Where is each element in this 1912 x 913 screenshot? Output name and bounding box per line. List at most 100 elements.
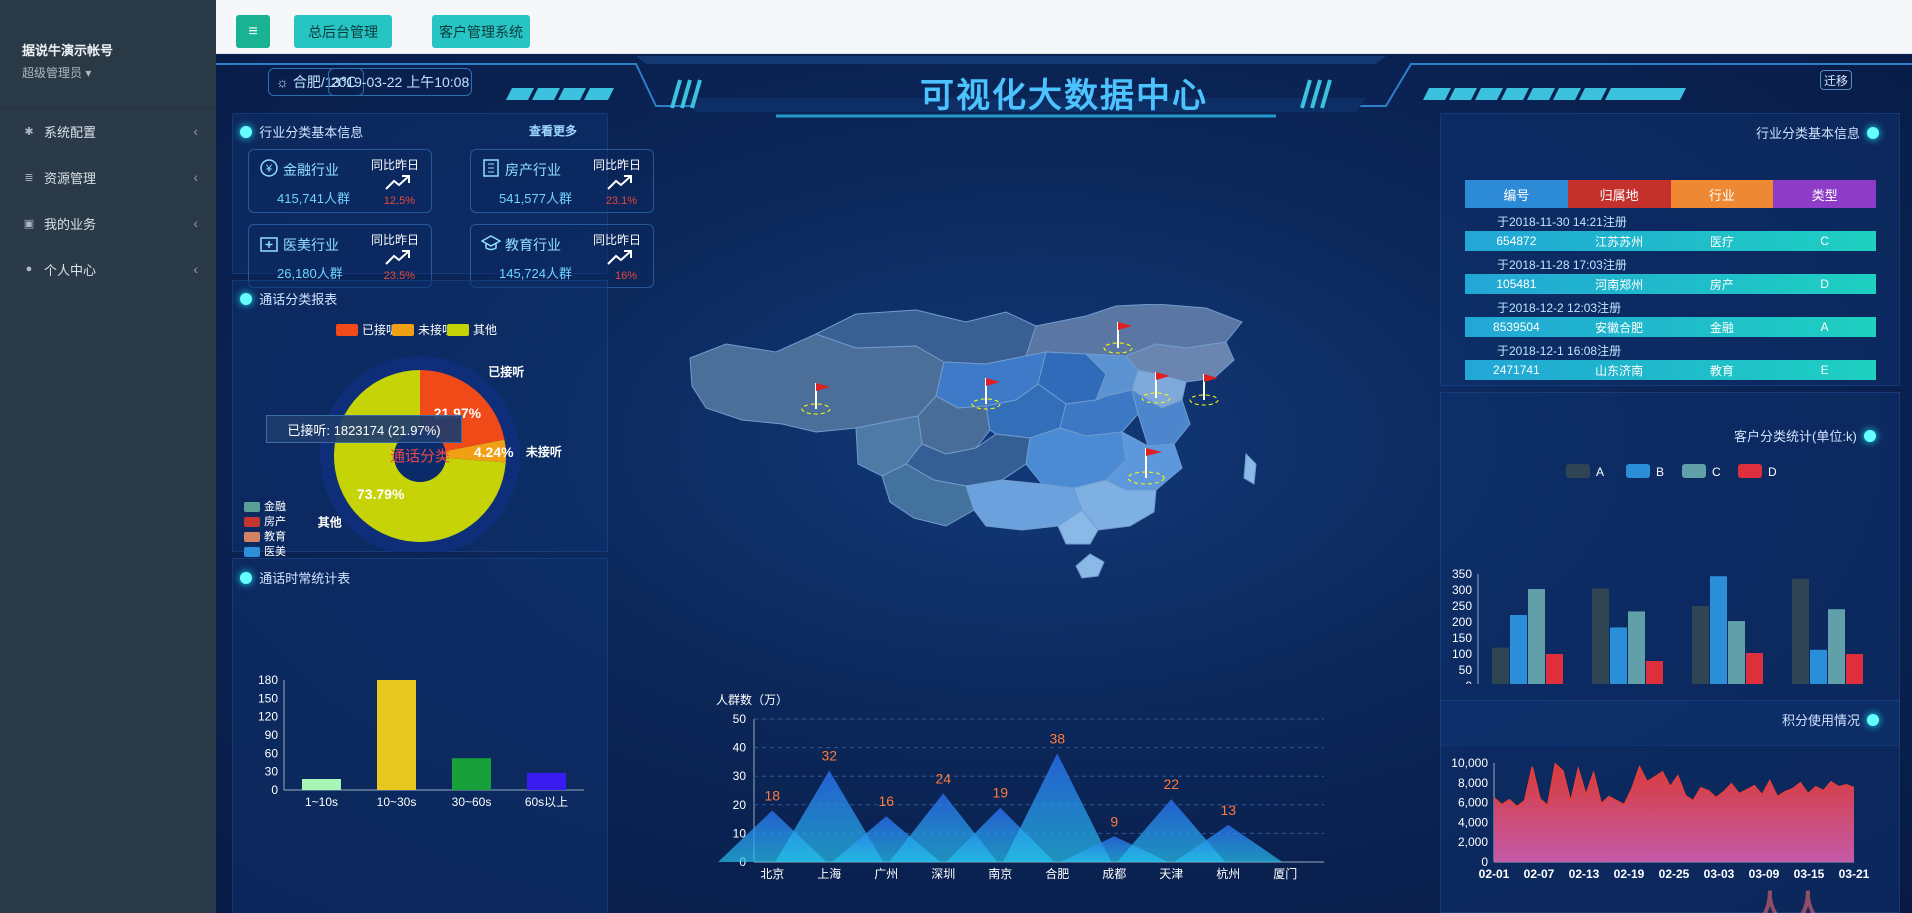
legend-label: A: [1596, 465, 1604, 479]
registration-date: 于2018-12-1 16:08注册: [1497, 344, 1622, 358]
sidebar-item-profile[interactable]: ● 个人中心 ‹: [0, 246, 216, 292]
table-cell: D: [1820, 277, 1829, 291]
x-tick-label: 03-21: [1839, 867, 1870, 881]
x-tick-label: 03-03: [1704, 867, 1735, 881]
table-cell: 2471741: [1493, 363, 1540, 377]
y-tick-label: 150: [258, 691, 278, 705]
bar: [1492, 647, 1509, 684]
bar: [1646, 661, 1663, 684]
china-map[interactable]: [686, 304, 1286, 644]
crm-system-button[interactable]: 客户管理系统: [432, 15, 530, 48]
legend-label: D: [1768, 465, 1777, 479]
chevron-left-icon: ‹: [193, 215, 198, 231]
chevron-left-icon: ‹: [193, 261, 198, 277]
admin-backend-button[interactable]: 总后台管理: [294, 15, 392, 48]
legend-swatch: [336, 324, 358, 336]
table-cell: 105481: [1496, 277, 1537, 291]
briefcase-icon: ▣: [23, 217, 35, 230]
industry-name: 房产行业: [505, 162, 561, 178]
column-header[interactable]: 行业: [1670, 180, 1774, 208]
watermark-text: 人人: [1752, 888, 1829, 913]
compare-percent: 12.5%: [383, 195, 415, 207]
pie-value-label: 73.79%: [357, 486, 405, 502]
glow-dot-icon: [1864, 429, 1877, 442]
x-tick-label: 广州: [874, 867, 898, 881]
x-tick-label: 天津: [1159, 867, 1183, 881]
pie-tooltip: 已接听: 1823174 (21.97%): [266, 415, 462, 443]
industry-panel-title-text: 行业分类基本信息: [259, 125, 364, 140]
column-header[interactable]: 归属地: [1567, 180, 1671, 208]
account-info[interactable]: 据说牛演示帐号 超级管理员 ▾: [0, 0, 216, 108]
legend-swatch: [1682, 464, 1706, 478]
menu-toggle-button[interactable]: ≡: [236, 15, 270, 48]
sidebar-item-label: 个人中心: [44, 262, 97, 278]
legend-swatch: [244, 547, 260, 558]
account-role-label: 超级管理员: [22, 66, 83, 80]
pie-slice-name: 其他: [318, 515, 342, 530]
trend-up-icon: [385, 174, 411, 195]
customer-panel-title: 客户分类统计(单位:k): [1734, 426, 1877, 445]
y-tick-label: 6,000: [1458, 796, 1488, 810]
column-header[interactable]: 编号: [1465, 180, 1568, 208]
table-cell: 河南郑州: [1595, 277, 1644, 292]
x-tick-label: 02-01: [1479, 867, 1510, 881]
sidebar-item-resources[interactable]: ≣ 资源管理 ‹: [0, 154, 216, 200]
bar: [1510, 614, 1527, 684]
glow-dot-icon: [1867, 126, 1880, 139]
y-tick-label: 0: [1465, 679, 1472, 684]
city-population-chart: 人群数（万）01020304050北京18上海32广州16深圳24南京19合肥3…: [716, 692, 1324, 881]
migrate-button[interactable]: 迁移: [1820, 70, 1852, 90]
table-header: 编号 归属地 行业 类型: [1465, 180, 1876, 208]
data-label: 19: [992, 785, 1008, 801]
sidebar-item-system-config[interactable]: ✱ 系统配置 ‹: [0, 108, 216, 154]
industry-panel-title: 行业分类基本信息: [240, 122, 363, 141]
registration-table: 编号 归属地 行业 类型 于2018-11-30 14:21注册 654872 江…: [1465, 180, 1876, 380]
right-table-title: 行业分类基本信息: [1756, 123, 1880, 142]
pie-center-label: 通话分类: [390, 448, 450, 465]
legend-swatch: [244, 502, 260, 513]
table-row[interactable]: 2471741 山东济南 教育 E: [1465, 360, 1876, 380]
yen-icon: ¥: [259, 158, 279, 178]
table-cell: 654872: [1496, 234, 1537, 248]
x-tick-label: 03-15: [1794, 867, 1825, 881]
table-row[interactable]: 8539504 安徽合肥 金融 A: [1465, 317, 1876, 337]
y-tick-label: 20: [733, 798, 747, 812]
bar: [1810, 649, 1827, 684]
sidebar: 据说牛演示帐号 超级管理员 ▾ ✱ 系统配置 ‹ ≣ 资源管理 ‹ ▣ 我的业务 ‹ ● 个人…: [0, 0, 216, 913]
customer-panel-title-text: 客户分类统计(单位:k): [1734, 429, 1857, 444]
database-icon: ≣: [24, 171, 34, 184]
industry-card-finance[interactable]: ¥ 金融行业 415,741人群 同比昨日 12.5%: [248, 149, 432, 213]
industry-card-education[interactable]: 教育行业 145,724人群 同比昨日 16%: [470, 224, 654, 288]
bar: [377, 680, 416, 790]
bar: [1610, 627, 1627, 684]
sidebar-item-label: 系统配置: [44, 124, 97, 140]
glow-dot-icon: [1867, 713, 1880, 726]
y-tick-label: 4,000: [1458, 815, 1488, 829]
y-tick-label: 180: [258, 673, 278, 687]
see-more-link[interactable]: 查看更多: [529, 122, 577, 139]
trend-up-icon: [607, 174, 633, 195]
sidebar-item-label: 资源管理: [44, 170, 97, 186]
x-tick-label: 厦门: [1273, 866, 1297, 881]
hamburger-icon: ≡: [248, 22, 258, 40]
table-row[interactable]: 105481 河南郑州 房产 D: [1465, 274, 1876, 294]
industry-card-realestate[interactable]: 房产行业 541,577人群 同比昨日 23.1%: [470, 149, 654, 213]
duration-panel-title: 通话时常统计表: [240, 568, 350, 587]
sidebar-item-label: 我的业务: [44, 216, 97, 232]
x-tick-label: 上海: [817, 866, 841, 881]
column-header[interactable]: 类型: [1773, 180, 1876, 208]
legend-label: B: [1656, 465, 1664, 479]
right-table-title-text: 行业分类基本信息: [1756, 126, 1861, 141]
x-tick-label: 深圳: [931, 867, 955, 881]
watermark-logo: 人人: [1752, 880, 1828, 913]
table-row[interactable]: 654872 江苏苏州 医疗 C: [1465, 231, 1876, 251]
bar: [527, 772, 566, 790]
points-panel-title: 积分使用情况: [1782, 710, 1880, 729]
industry-card-medical[interactable]: 医美行业 26,180人群 同比昨日 23.5%: [248, 224, 432, 288]
account-role[interactable]: 超级管理员 ▾: [22, 64, 216, 81]
sidebar-item-business[interactable]: ▣ 我的业务 ‹: [0, 200, 216, 246]
points-area-chart: 02,0004,0006,0008,00010,00002-01 02-07 02-…: [1451, 756, 1870, 881]
legend-item: 教育: [244, 528, 286, 543]
call-side-legend: 金融 房产 教育 医美: [244, 498, 286, 558]
x-tick-label: 10~30s: [377, 795, 417, 809]
